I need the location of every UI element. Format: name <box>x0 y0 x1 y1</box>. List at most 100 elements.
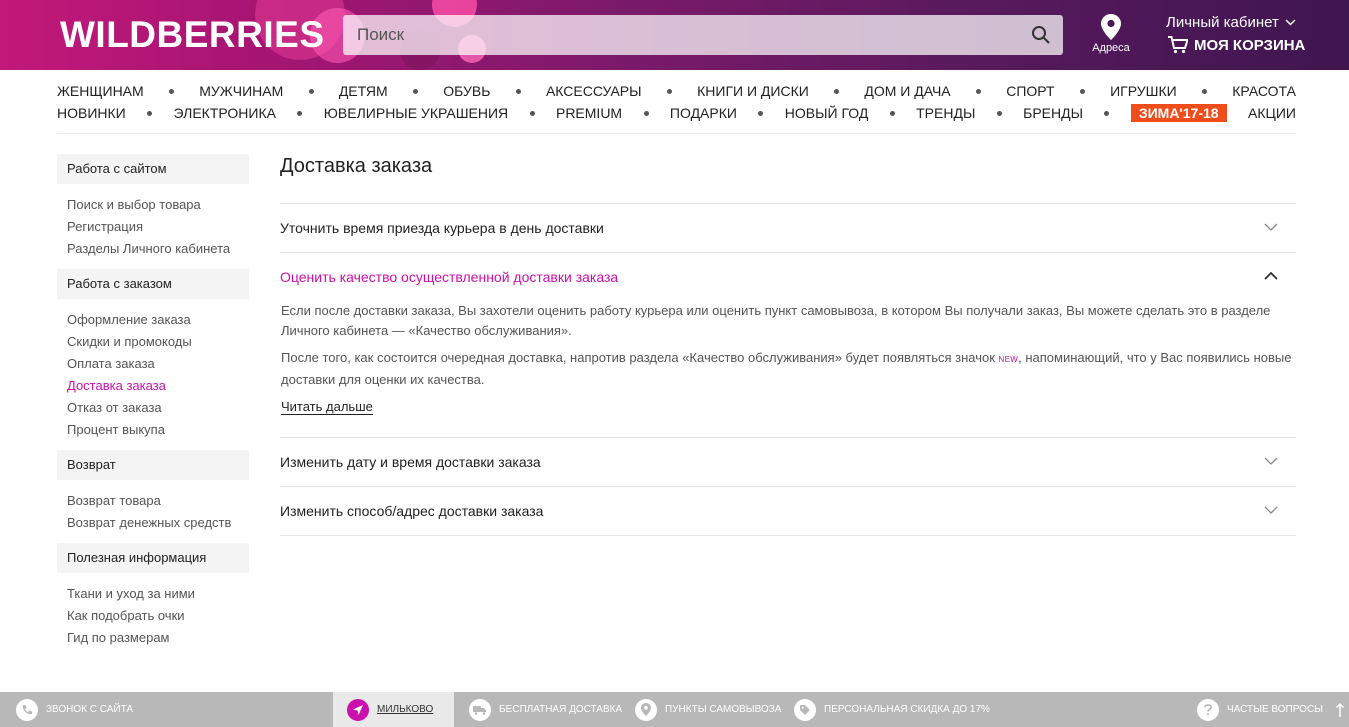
chevron-down-icon <box>1285 19 1296 26</box>
category-link[interactable]: КРАСОТА <box>1232 83 1296 99</box>
separator-dot <box>975 88 981 94</box>
category-link[interactable]: НОВИНКИ <box>57 105 126 121</box>
category-link[interactable]: АКЦИИ <box>1248 105 1296 121</box>
phone-icon <box>16 698 38 721</box>
sidebar-item[interactable]: Возврат товара <box>67 490 249 512</box>
faq-label: ЧАСТЫЕ ВОПРОСЫ <box>1227 704 1324 715</box>
personal-cabinet-link[interactable]: Личный кабинет <box>1166 14 1296 31</box>
category-link[interactable]: ЮВЕЛИРНЫЕ УКРАШЕНИЯ <box>324 105 508 121</box>
logo[interactable]: WILDBERRIES <box>60 14 325 56</box>
city-label: МИЛЬКОВО <box>377 704 434 715</box>
addresses-label: Адреса <box>1092 42 1130 54</box>
sidebar-item[interactable]: Отказ от заказа <box>67 397 249 419</box>
sidebar-item[interactable]: Процент выкупа <box>67 419 249 441</box>
separator-dot <box>297 110 303 116</box>
free-delivery-label: БЕСПЛАТНАЯ ДОСТАВКА <box>499 704 623 715</box>
addresses-link[interactable]: Адреса <box>1090 14 1132 54</box>
category-link[interactable]: ЖЕНЩИНАМ <box>57 83 144 99</box>
sidebar-section-list: Возврат товара Возврат денежных средств <box>57 480 249 543</box>
discount-link[interactable]: ПЕРСОНАЛЬНАЯ СКИДКА ДО 17% <box>794 692 990 727</box>
sidebar-section-list: Ткани и уход за ними Как подобрать очки … <box>57 573 249 658</box>
search-input[interactable] <box>343 15 1003 55</box>
sidebar-item[interactable]: Как подобрать очки <box>67 605 249 627</box>
new-badge: NEW <box>998 355 1019 364</box>
truck-icon <box>469 698 491 721</box>
sidebar-item[interactable]: Регистрация <box>67 216 249 238</box>
arrow-up-icon[interactable] <box>1335 702 1345 718</box>
discount-label: ПЕРСОНАЛЬНАЯ СКИДКА ДО 17% <box>824 704 990 715</box>
promo-category-link[interactable]: ЗИМА'17-18 <box>1130 104 1227 122</box>
faq-item[interactable]: Уточнить время приезда курьера в день до… <box>280 203 1296 252</box>
faq-item[interactable]: Изменить способ/адрес доставки заказа <box>280 486 1296 536</box>
category-link[interactable]: PREMIUM <box>556 105 622 121</box>
sidebar-item[interactable]: Разделы Личного кабинета <box>67 238 249 260</box>
city-selector[interactable]: МИЛЬКОВО <box>333 692 454 727</box>
faq-question[interactable]: Изменить способ/адрес доставки заказа <box>280 487 1296 535</box>
sidebar-item[interactable]: Ткани и уход за ними <box>67 583 249 605</box>
sidebar-section-title: Возврат <box>57 450 249 480</box>
separator-dot <box>996 110 1002 116</box>
category-link[interactable]: ИГРУШКИ <box>1110 83 1177 99</box>
chevron-down-icon[interactable] <box>1264 505 1278 515</box>
search-bar[interactable] <box>343 15 1063 55</box>
cart-link[interactable]: МОЯ КОРЗИНА <box>1168 36 1305 54</box>
separator-dot <box>147 110 153 116</box>
category-row-1: ЖЕНЩИНАМ МУЖЧИНАМ ДЕТЯМ ОБУВЬ АКСЕССУАРЫ… <box>57 80 1296 102</box>
sidebar-item[interactable]: Возврат денежных средств <box>67 512 249 534</box>
category-link[interactable]: ЭЛЕКТРОНИКА <box>174 105 276 121</box>
callback-button[interactable]: ЗВОНОК С САЙТА <box>16 692 133 727</box>
separator-dot <box>889 110 895 116</box>
category-row-2: НОВИНКИ ЭЛЕКТРОНИКА ЮВЕЛИРНЫЕ УКРАШЕНИЯ … <box>57 102 1296 124</box>
category-link[interactable]: МУЖЧИНАМ <box>199 83 283 99</box>
faq-question[interactable]: Изменить дату и время доставки заказа <box>280 438 1296 486</box>
sidebar-item-active[interactable]: Доставка заказа <box>67 375 249 397</box>
faq-question[interactable]: Уточнить время приезда курьера в день до… <box>280 204 1296 252</box>
callback-label: ЗВОНОК С САЙТА <box>46 704 134 715</box>
question-icon <box>1197 698 1219 721</box>
free-delivery-link[interactable]: БЕСПЛАТНАЯ ДОСТАВКА <box>469 692 622 727</box>
category-link[interactable]: БРЕНДЫ <box>1023 105 1083 121</box>
location-pin-icon <box>635 698 657 721</box>
pickup-points-link[interactable]: ПУНКТЫ САМОВЫВОЗА <box>635 692 781 727</box>
separator-dot <box>515 88 521 94</box>
sidebar-item[interactable]: Поиск и выбор товара <box>67 194 249 216</box>
category-link[interactable]: АКСЕССУАРЫ <box>546 83 642 99</box>
faq-item-expanded[interactable]: Оценить качество осуществленной доставки… <box>280 252 1296 437</box>
separator-dot <box>1079 88 1085 94</box>
category-link[interactable]: СПОРТ <box>1006 83 1054 99</box>
category-link[interactable]: КНИГИ И ДИСКИ <box>697 83 809 99</box>
faq-question[interactable]: Оценить качество осуществленной доставки… <box>280 253 1296 301</box>
category-link[interactable]: ПОДАРКИ <box>670 105 737 121</box>
pickup-points-label: ПУНКТЫ САМОВЫВОЗА <box>665 704 782 715</box>
read-more-link[interactable]: Читать дальше <box>281 399 373 415</box>
chevron-down-icon[interactable] <box>1264 456 1278 466</box>
category-link[interactable]: НОВЫЙ ГОД <box>785 105 869 121</box>
tag-icon <box>794 698 816 721</box>
answer-paragraph: После того, как состоится очередная дост… <box>281 348 1296 390</box>
sidebar-section-list: Оформление заказа Скидки и промокоды Опл… <box>57 299 249 450</box>
main-content: Доставка заказа Уточнить время приезда к… <box>280 154 1296 536</box>
sidebar-section-title: Работа с сайтом <box>57 154 249 184</box>
category-link[interactable]: ОБУВЬ <box>443 83 490 99</box>
page-title: Доставка заказа <box>280 155 433 177</box>
location-pin-icon <box>1101 14 1121 40</box>
chevron-down-icon[interactable] <box>1264 222 1278 232</box>
site-header: WILDBERRIES Адреса Личный кабинет МОЯ КО… <box>0 0 1349 70</box>
category-link[interactable]: ДОМ И ДАЧА <box>864 83 950 99</box>
category-nav: ЖЕНЩИНАМ МУЖЧИНАМ ДЕТЯМ ОБУВЬ АКСЕССУАРЫ… <box>57 80 1296 124</box>
separator-dot <box>529 110 535 116</box>
sidebar-item[interactable]: Оплата заказа <box>67 353 249 375</box>
separator-dot <box>412 88 418 94</box>
search-icon[interactable] <box>1031 25 1051 45</box>
sidebar-section-title: Работа с заказом <box>57 269 249 299</box>
separator-dot <box>758 110 764 116</box>
category-link[interactable]: ТРЕНДЫ <box>916 105 975 121</box>
faq-item[interactable]: Изменить дату и время доставки заказа <box>280 437 1296 486</box>
separator-dot <box>168 88 174 94</box>
sidebar-item[interactable]: Оформление заказа <box>67 309 249 331</box>
sidebar-item[interactable]: Гид по размерам <box>67 627 249 649</box>
chevron-up-icon[interactable] <box>1264 271 1278 281</box>
sidebar-item[interactable]: Скидки и промокоды <box>67 331 249 353</box>
faq-link[interactable]: ЧАСТЫЕ ВОПРОСЫ <box>1197 692 1345 727</box>
category-link[interactable]: ДЕТЯМ <box>339 83 388 99</box>
